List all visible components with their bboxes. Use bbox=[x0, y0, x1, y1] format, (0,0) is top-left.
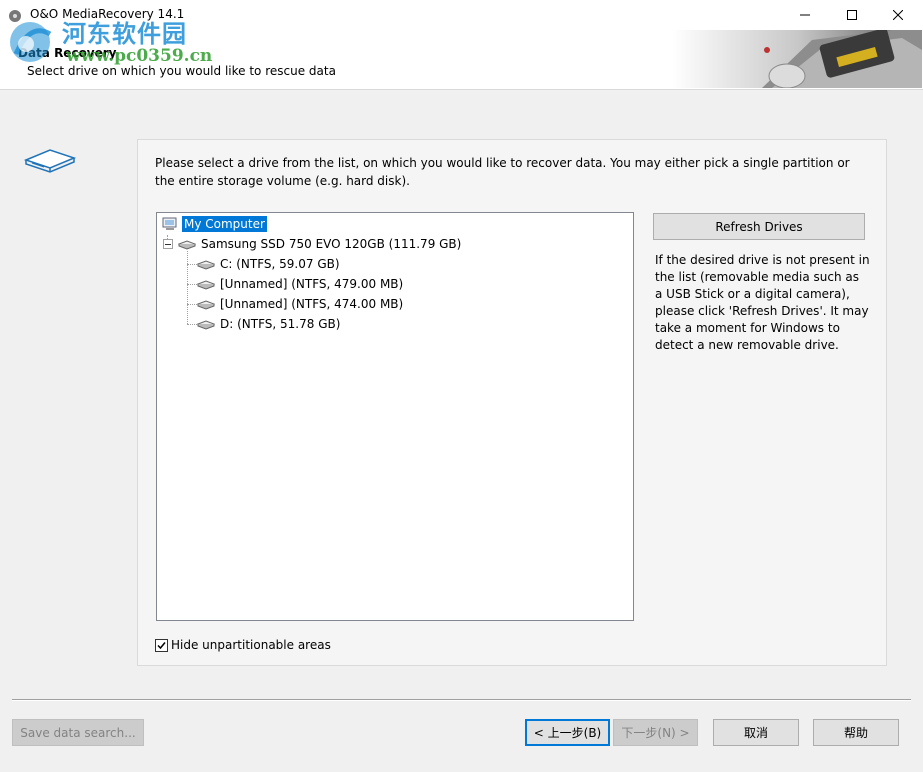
refresh-drives-button[interactable]: Refresh Drives bbox=[653, 213, 865, 240]
watermark-text: 河东软件园 bbox=[62, 19, 187, 48]
next-button[interactable]: 下一步(N) > bbox=[613, 719, 698, 746]
hard-disk-icon bbox=[178, 240, 196, 250]
page-subtitle: Select drive on which you would like to … bbox=[27, 64, 336, 78]
tree-node-partition[interactable]: C: (NTFS, 59.07 GB) bbox=[197, 254, 342, 274]
partition-icon bbox=[197, 320, 215, 330]
minimize-button[interactable] bbox=[782, 0, 828, 30]
partition-icon bbox=[197, 260, 215, 270]
maximize-button[interactable] bbox=[829, 0, 875, 30]
refresh-help-text: If the desired drive is not present in t… bbox=[655, 253, 870, 352]
tree-node-label: [Unnamed] (NTFS, 474.00 MB) bbox=[220, 297, 404, 311]
checkmark-icon bbox=[157, 642, 166, 650]
tree-line bbox=[187, 284, 197, 285]
drive-icon bbox=[23, 146, 77, 174]
collapse-toggle[interactable] bbox=[163, 239, 173, 249]
instructions-text: Please select a drive from the list, on … bbox=[155, 156, 850, 188]
drive-tree[interactable]: My Computer Samsung SSD 750 EVO 120GB (1… bbox=[156, 212, 634, 621]
close-button[interactable] bbox=[875, 0, 921, 30]
tree-node-label: D: (NTFS, 51.78 GB) bbox=[220, 317, 341, 331]
usb-stick-banner-image bbox=[672, 30, 922, 88]
maximize-icon bbox=[847, 10, 857, 20]
tree-node-my-computer[interactable]: My Computer bbox=[161, 214, 267, 234]
hide-unpartitionable-label[interactable]: Hide unpartitionable areas bbox=[171, 638, 331, 652]
tree-node-disk[interactable]: Samsung SSD 750 EVO 120GB (111.79 GB) bbox=[178, 234, 463, 254]
wizard-header: O&O MediaRecovery 14.1 Data Recovery Sel… bbox=[0, 0, 923, 90]
cancel-button[interactable]: 取消 bbox=[713, 719, 799, 746]
partition-icon bbox=[197, 280, 215, 290]
tree-line bbox=[187, 251, 188, 324]
close-icon bbox=[893, 10, 903, 20]
hide-unpartitionable-checkbox[interactable] bbox=[155, 639, 168, 652]
tree-node-label: My Computer bbox=[182, 216, 267, 232]
tree-node-partition[interactable]: [Unnamed] (NTFS, 479.00 MB) bbox=[197, 274, 405, 294]
tree-line bbox=[187, 324, 197, 325]
tree-line bbox=[187, 264, 197, 265]
tree-node-partition[interactable]: [Unnamed] (NTFS, 474.00 MB) bbox=[197, 294, 405, 314]
back-button[interactable]: < 上一步(B) bbox=[525, 719, 610, 746]
tree-node-label: C: (NTFS, 59.07 GB) bbox=[220, 257, 340, 271]
computer-icon bbox=[162, 217, 177, 230]
tree-node-label: [Unnamed] (NTFS, 479.00 MB) bbox=[220, 277, 404, 291]
help-button[interactable]: 帮助 bbox=[813, 719, 899, 746]
tree-node-partition[interactable]: D: (NTFS, 51.78 GB) bbox=[197, 314, 342, 334]
tree-node-label: Samsung SSD 750 EVO 120GB (111.79 GB) bbox=[201, 237, 462, 251]
tree-line bbox=[187, 304, 197, 305]
footer-separator bbox=[12, 699, 911, 701]
watermark-url: www.pc0359.cn bbox=[66, 46, 213, 66]
minimize-icon bbox=[800, 14, 810, 16]
save-data-search-button[interactable]: Save data search... bbox=[12, 719, 144, 746]
watermark-logo bbox=[4, 14, 60, 73]
partition-icon bbox=[197, 300, 215, 310]
